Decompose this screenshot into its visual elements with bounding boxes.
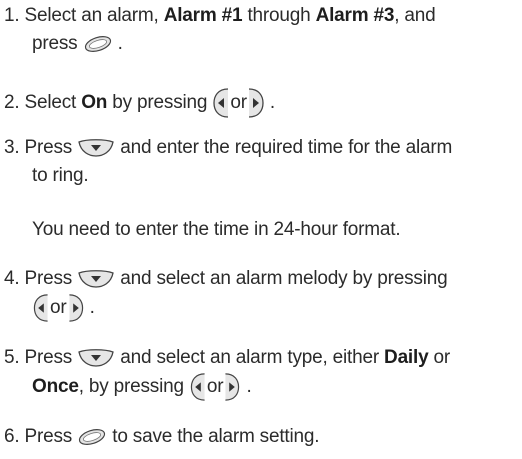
navigation-down-key-icon [77,269,115,289]
step-text: . [84,297,95,319]
navigation-right-key-icon [223,372,241,402]
step-text: press [32,33,83,54]
menu-ok-key-icon [77,428,107,446]
step-text: Press [19,268,78,289]
step-2: 2. Select On by pressing or . [4,87,514,119]
navigation-right-key-icon [67,293,85,323]
step-text: Press [19,426,78,447]
step-text: and select an alarm melody by pressing [115,268,448,289]
step-text: Press [19,137,78,158]
step-number: 2. [4,92,20,114]
menu-ok-key-icon [83,35,113,53]
alarm-first-label: Alarm #1 [163,5,243,26]
navigation-down-key-icon [77,348,115,368]
step-6: 6. Press to save the alarm setting. [4,423,514,451]
step-3: 3. Press and enter the required time for… [4,134,514,190]
navigation-left-key-icon [32,293,50,323]
step-text: by pressing [107,92,213,114]
step-text: . [264,92,276,114]
step-5: 5. Press and select an alarm type, eithe… [4,344,514,402]
step-text: to save the alarm setting. [107,426,320,447]
step-number: 4. [4,268,20,289]
step-text: to ring. [32,165,89,186]
alarm-last-label: Alarm #3 [315,5,395,26]
step-1: 1. Select an alarm, Alarm #1 through Ala… [4,2,514,58]
step-text: Select an alarm, [19,5,164,26]
step-text: . [112,33,123,54]
step-text: or [428,347,451,368]
step-text: Select [19,92,82,114]
step-number: 1. [4,5,20,26]
step-text: . [241,376,252,398]
or-label: or [50,297,67,319]
daily-option-label: Daily [384,347,429,368]
step-text: Press [19,347,78,368]
navigation-left-key-icon [212,87,230,119]
step-number: 5. [4,347,20,368]
alarm-instructions: 1. Select an alarm, Alarm #1 through Ala… [0,0,522,459]
once-option-label: Once [32,376,79,398]
or-label: or [206,376,224,398]
navigation-left-key-icon [189,372,207,402]
step-number: 6. [4,426,20,447]
navigation-right-key-icon [247,87,265,119]
navigation-down-key-icon [77,138,115,158]
step-number: 3. [4,137,20,158]
step-4: 4. Press and select an alarm melody by p… [4,265,514,323]
note-text: You need to enter the time in 24-hour fo… [32,219,401,240]
on-option-label: On [81,92,108,114]
step-text: , and [394,5,436,26]
step-text: , by pressing [78,376,189,398]
step-text: through [242,5,316,26]
step-text: and enter the required time for the alar… [115,137,453,158]
time-format-note: You need to enter the time in 24-hour fo… [32,216,512,244]
or-label: or [230,92,247,114]
step-text: and select an alarm type, either [115,347,385,368]
